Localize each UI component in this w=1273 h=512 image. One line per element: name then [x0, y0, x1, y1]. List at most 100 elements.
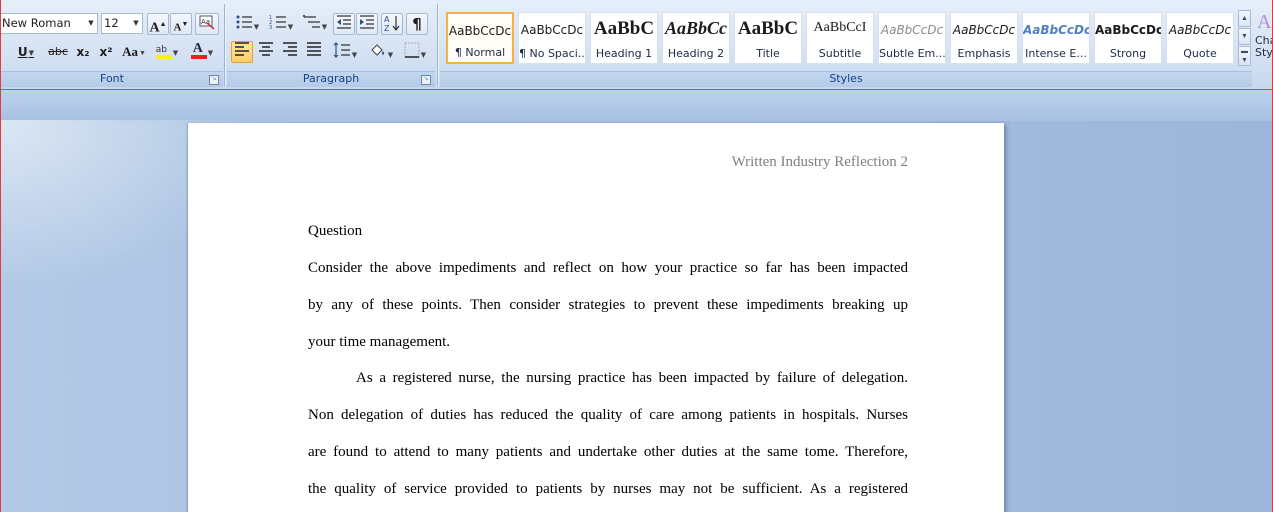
- paragraph-dialog-launcher-icon[interactable]: ↘: [421, 75, 431, 85]
- highlight-button[interactable]: ab ▼: [151, 41, 183, 63]
- sort-button[interactable]: AZ: [381, 13, 403, 35]
- svg-text:3: 3: [269, 25, 272, 30]
- style-name: ¶ Normal: [454, 46, 506, 59]
- change-styles-icon: A: [1257, 11, 1272, 33]
- align-left-icon: [235, 42, 249, 56]
- gallery-more-button[interactable]: ▬ ▼: [1238, 46, 1251, 66]
- align-center-icon: [259, 42, 273, 56]
- body-line: your time management.: [308, 334, 451, 350]
- line-spacing-button[interactable]: ▼: [329, 41, 361, 63]
- style-name: Title: [756, 47, 780, 60]
- font-group: New Roman ▼ 12 ▼ A▲ A▼ Aa U▼ abc x₂ x² A…: [1, 0, 223, 89]
- gallery-scroll-down-button[interactable]: ▼: [1238, 28, 1251, 45]
- gallery-scroll-up-button[interactable]: ▲: [1238, 10, 1251, 27]
- multilevel-list-button[interactable]: ▼: [299, 13, 331, 35]
- ruler-strip: [1, 89, 1272, 121]
- align-right-icon: [283, 42, 297, 56]
- body-line: As a registered nurse, the nursing pract…: [356, 370, 908, 386]
- align-right-button[interactable]: [279, 41, 301, 63]
- decrease-indent-icon: [337, 15, 351, 29]
- style-sample: AaBbCc: [664, 18, 727, 38]
- decrease-indent-button[interactable]: [333, 13, 355, 35]
- style-name: Heading 2: [667, 47, 725, 60]
- numbering-button[interactable]: 1 2 3 ▼: [265, 13, 297, 35]
- paint-bucket-icon: [371, 44, 384, 56]
- style-tile-emphasis[interactable]: AaBbCcDc Emphasis: [950, 12, 1018, 64]
- strikethrough-button[interactable]: abc: [45, 41, 71, 63]
- style-name: ¶ No Spaci...: [519, 47, 585, 60]
- ribbon: New Roman ▼ 12 ▼ A▲ A▼ Aa U▼ abc x₂ x² A…: [1, 0, 1272, 90]
- style-sample: AaBbCcDc: [1095, 23, 1161, 37]
- shading-button[interactable]: ▼: [365, 41, 397, 63]
- style-tile-strong[interactable]: AaBbCcDc Strong: [1094, 12, 1162, 64]
- style-sample: AaBbCcDc: [880, 23, 944, 37]
- document-area: Written Industry Reflection 2 Question C…: [1, 89, 1272, 512]
- shrink-font-button[interactable]: A▼: [170, 13, 192, 35]
- superscript-button[interactable]: x²: [95, 41, 117, 63]
- body-line: by any of these points. Then consider st…: [308, 297, 908, 313]
- style-name: Strong: [1109, 47, 1147, 60]
- grow-font-button[interactable]: A▲: [147, 13, 169, 36]
- align-center-button[interactable]: [255, 41, 277, 63]
- body-line: Non delegation of duties has reduced the…: [308, 407, 908, 423]
- style-sample: AaBbC: [737, 18, 799, 39]
- style-sample: AaBbCcDc: [448, 24, 512, 38]
- shrink-font-label: A: [173, 21, 182, 34]
- justify-button[interactable]: [303, 41, 325, 63]
- svg-text:Z: Z: [384, 24, 390, 32]
- clear-formatting-icon: Aa: [199, 15, 215, 30]
- font-dialog-launcher-icon[interactable]: ↘: [209, 75, 219, 85]
- style-tile-heading-1[interactable]: AaBbC Heading 1: [590, 12, 658, 64]
- highlight-swatch: [155, 55, 172, 59]
- change-case-button[interactable]: Aa▼: [119, 41, 149, 63]
- bullets-button[interactable]: ▼: [231, 13, 263, 35]
- style-tile-title[interactable]: AaBbC Title: [734, 12, 802, 64]
- style-tile-quote[interactable]: AaBbCcDc Quote: [1166, 12, 1234, 64]
- align-left-button[interactable]: [231, 41, 253, 63]
- style-sample: AaBbCcDc: [952, 23, 1016, 37]
- underline-button[interactable]: U▼: [13, 41, 39, 63]
- numbering-icon: 123: [269, 15, 286, 31]
- change-case-label: Aa: [122, 44, 138, 59]
- style-name: Heading 1: [595, 47, 653, 60]
- strikethrough-label: abc: [48, 45, 68, 58]
- change-styles-button[interactable]: A Cha Sty: [1255, 8, 1272, 70]
- font-name-value: New Roman: [2, 16, 71, 30]
- style-sample: AaBbCcDc: [1023, 23, 1089, 37]
- font-size-value: 12: [104, 16, 119, 30]
- svg-text:A: A: [1257, 11, 1272, 32]
- group-divider: [224, 4, 225, 86]
- bullets-icon: [236, 15, 252, 29]
- font-size-combo[interactable]: 12 ▼: [101, 13, 143, 34]
- style-tile-subtitle[interactable]: AaBbCcI Subtitle: [806, 12, 874, 64]
- clear-formatting-button[interactable]: Aa: [195, 13, 219, 35]
- pilcrow-icon: ¶: [412, 15, 422, 33]
- style-tile-heading-2[interactable]: AaBbCc Heading 2: [662, 12, 730, 64]
- paragraph-group: ▼ 1 2 3 ▼ ▼ AZ ¶ ▼ ▼ ▼ Paragraph ↘: [227, 0, 435, 89]
- font-name-combo[interactable]: New Roman ▼: [1, 13, 98, 34]
- style-tile-normal[interactable]: AaBbCcDc ¶ Normal: [446, 12, 514, 64]
- chevron-down-icon[interactable]: ▼: [130, 14, 142, 33]
- style-name: Subtle Em...: [879, 47, 945, 60]
- sort-icon: AZ: [384, 15, 400, 33]
- show-formatting-marks-button[interactable]: ¶: [406, 13, 428, 35]
- style-tile-subtle-emphasis[interactable]: AaBbCcDc Subtle Em...: [878, 12, 946, 64]
- borders-button[interactable]: ▼: [399, 41, 431, 63]
- increase-indent-button[interactable]: [356, 13, 378, 35]
- style-sample: AaBbCcI: [813, 20, 867, 35]
- style-name: Quote: [1183, 47, 1217, 60]
- style-tile-no-spacing[interactable]: AaBbCcDc ¶ No Spaci...: [518, 12, 586, 64]
- superscript-label: x²: [99, 45, 113, 59]
- group-divider: [437, 4, 438, 86]
- underline-label: U: [17, 45, 28, 59]
- subscript-button[interactable]: x₂: [72, 41, 94, 63]
- chevron-down-icon[interactable]: ▼: [85, 14, 97, 33]
- font-color-button[interactable]: A ▼: [187, 41, 217, 63]
- paragraph-group-label: Paragraph: [227, 71, 435, 87]
- style-tile-intense-emphasis[interactable]: AaBbCcDc Intense E...: [1022, 12, 1090, 64]
- body-line: Consider the above impediments and refle…: [308, 260, 908, 276]
- svg-text:A: A: [384, 15, 390, 24]
- document-page[interactable]: Written Industry Reflection 2 Question C…: [188, 123, 1004, 512]
- line-spacing-icon: [333, 42, 350, 58]
- font-color-swatch: [190, 55, 207, 59]
